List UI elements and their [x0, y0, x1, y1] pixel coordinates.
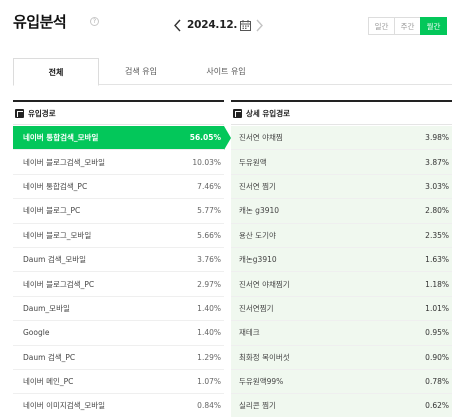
detail-path-row: 캐논 g3910 2.80% [231, 199, 452, 224]
detail-path-row: 용산 도기야 2.35% [231, 223, 452, 248]
detail-path-row-percentage: 3.98% [425, 133, 449, 143]
period-selector: 일간 주간 월간 [368, 17, 447, 35]
inflow-path-row-label: Daum 검색_PC [23, 352, 76, 362]
inflow-path-row-percentage: 3.76% [197, 255, 221, 265]
inflow-tabs: 전체 검색 유입 사이트 유입 [13, 58, 452, 86]
inflow-path-row-percentage: 0.84% [197, 401, 221, 411]
inflow-path-row-percentage: 1.29% [197, 352, 221, 362]
inflow-path-row[interactable]: Daum 검색_모바일 3.76% [13, 248, 224, 273]
detail-path-row-label: 진서연 야채찜기 [239, 279, 290, 289]
inflow-path-row-label: 네이버 통합검색_모바일 [23, 133, 99, 143]
tab-search-inflow[interactable]: 검색 유입 [98, 58, 184, 85]
inflow-path-row-label: Google [23, 328, 50, 338]
detail-path-row-percentage: 0.90% [425, 352, 449, 362]
detail-path-row: 진서연찜기 1.01% [231, 296, 452, 322]
detail-path-row-label: 재테크 [239, 328, 260, 338]
inflow-path-row-percentage: 1.40% [197, 303, 221, 313]
detail-path-row-percentage: 1.01% [425, 303, 449, 313]
detail-path-row: 캐논g3910 1.63% [231, 247, 452, 273]
inflow-path-row[interactable]: 네이버 블로그_모바일 5.66% [13, 224, 224, 248]
list-icon [233, 108, 242, 118]
inflow-path-row-label: 네이버 블로그_모바일 [23, 230, 92, 240]
detail-path-row-label: 두유원액 [239, 157, 267, 167]
inflow-path-row[interactable]: Google 1.40% [13, 321, 224, 346]
detail-path-row-label: 두유원액99% [239, 377, 284, 387]
inflow-path-row-label: 네이버 메인_PC [23, 377, 74, 387]
inflow-path-list: 네이버 통합검색_모바일 56.05% 네이버 블로그검색_모바일 10.03% 네이버… [13, 126, 231, 417]
calendar-icon[interactable] [240, 19, 252, 31]
detail-path-list: 진서연 야채찜 3.98% 두유원액 3.87% 진서연 찜기 3.03% 캐논 g3910… [231, 126, 452, 417]
detail-path-row: 진서연 야채찜 3.98% [231, 126, 452, 151]
period-monthly-button[interactable]: 월간 [420, 17, 447, 35]
detail-path-row-label: 진서연찜기 [239, 303, 274, 313]
detail-path-row: 진서연 야채찜기 1.18% [231, 272, 452, 297]
detail-path-row-label: 최화정 목이버섯 [239, 352, 290, 362]
detail-path-row-label: 진서연 찜기 [239, 181, 276, 191]
inflow-path-row-percentage: 5.66% [197, 230, 221, 240]
inflow-path-row[interactable]: Daum_모바일 1.40% [13, 297, 224, 322]
inflow-path-row[interactable]: 네이버 블로그_PC 5.77% [13, 199, 224, 224]
detail-path-row-label: 용산 도기야 [239, 230, 276, 240]
tab-site-inflow[interactable]: 사이트 유입 [183, 58, 269, 85]
inflow-path-row[interactable]: 네이버 블로그검색_모바일 10.03% [13, 150, 224, 175]
detail-path-row-percentage: 0.78% [425, 377, 449, 387]
detail-path-row: 진서연 찜기 3.03% [231, 174, 452, 200]
period-daily-button[interactable]: 일간 [368, 17, 395, 35]
inflow-path-row-percentage: 7.46% [197, 181, 221, 191]
detail-path-row: 두유원액 3.87% [231, 150, 452, 175]
detail-path-row-percentage: 0.95% [425, 328, 449, 338]
tab-all[interactable]: 전체 [13, 58, 99, 86]
inflow-path-row-label: 네이버 이미지검색_모바일 [23, 401, 106, 411]
detail-path-row-label: 캐논g3910 [239, 255, 277, 265]
inflow-path-row-percentage: 56.05% [189, 133, 221, 143]
inflow-path-row[interactable]: 네이버 이미지검색_모바일 0.84% [13, 394, 224, 417]
current-date: 2024.12. [187, 19, 238, 31]
detail-path-title: 상세 유입경로 [246, 108, 291, 118]
prev-month-button[interactable] [172, 14, 182, 36]
inflow-path-title: 유입경로 [28, 108, 56, 118]
inflow-path-row-percentage: 10.03% [192, 157, 221, 167]
page-title: 유입분석 [13, 13, 67, 31]
detail-path-row-percentage: 3.87% [425, 157, 449, 167]
inflow-path-row-label: Daum_모바일 [23, 303, 70, 313]
detail-path-row-percentage: 2.35% [425, 230, 449, 240]
inflow-path-row-percentage: 2.97% [197, 279, 221, 289]
detail-path-row-percentage: 1.18% [425, 279, 449, 289]
inflow-path-row-label: 네이버 블로그검색_PC [23, 279, 95, 289]
detail-path-row-label: 실리콘 찜기 [239, 401, 276, 411]
detail-path-row-label: 진서연 야채찜 [239, 133, 283, 143]
inflow-path-row-percentage: 5.77% [197, 206, 221, 216]
inflow-path-row-label: 네이버 블로그_PC [23, 206, 81, 216]
inflow-path-row[interactable]: Daum 검색_PC 1.29% [13, 346, 224, 370]
header: 유입분석 ? 2024.12. 일간 주간 월간 [0, 0, 466, 52]
detail-path-row-percentage: 2.80% [425, 206, 449, 216]
detail-path-row-percentage: 3.03% [425, 181, 449, 191]
period-weekly-button[interactable]: 주간 [394, 17, 421, 35]
help-icon[interactable]: ? [90, 17, 99, 26]
detail-path-row-label: 캐논 g3910 [239, 206, 280, 216]
detail-path-row-percentage: 0.62% [425, 401, 449, 411]
inflow-path-row[interactable]: 네이버 통합검색_모바일 56.05% [13, 126, 231, 151]
chevron-right-icon [256, 19, 263, 31]
inflow-path-header: 유입경로 [13, 100, 224, 125]
detail-path-row: 최화정 목이버섯 0.90% [231, 345, 452, 370]
date-navigator: 2024.12. [172, 14, 264, 36]
inflow-path-row[interactable]: 네이버 통합검색_PC 7.46% [13, 175, 224, 200]
inflow-path-row-label: Daum 검색_모바일 [23, 255, 87, 265]
detail-path-row: 두유원액99% 0.78% [231, 369, 452, 395]
inflow-path-row-percentage: 1.40% [197, 328, 221, 338]
detail-path-header: 상세 유입경로 [231, 100, 452, 125]
list-icon [15, 108, 24, 118]
inflow-path-row-percentage: 1.07% [197, 377, 221, 387]
detail-path-row-percentage: 1.63% [425, 255, 449, 265]
inflow-path-row[interactable]: 네이버 블로그검색_PC 2.97% [13, 272, 224, 297]
inflow-path-row-label: 네이버 통합검색_PC [23, 181, 88, 191]
chevron-left-icon [173, 19, 181, 31]
inflow-path-row[interactable]: 네이버 메인_PC 1.07% [13, 370, 224, 395]
inflow-path-row-label: 네이버 블로그검색_모바일 [23, 157, 106, 167]
detail-path-row: 실리콘 찜기 0.62% [231, 394, 452, 417]
next-month-button[interactable] [254, 14, 264, 36]
detail-path-row: 재테크 0.95% [231, 321, 452, 346]
